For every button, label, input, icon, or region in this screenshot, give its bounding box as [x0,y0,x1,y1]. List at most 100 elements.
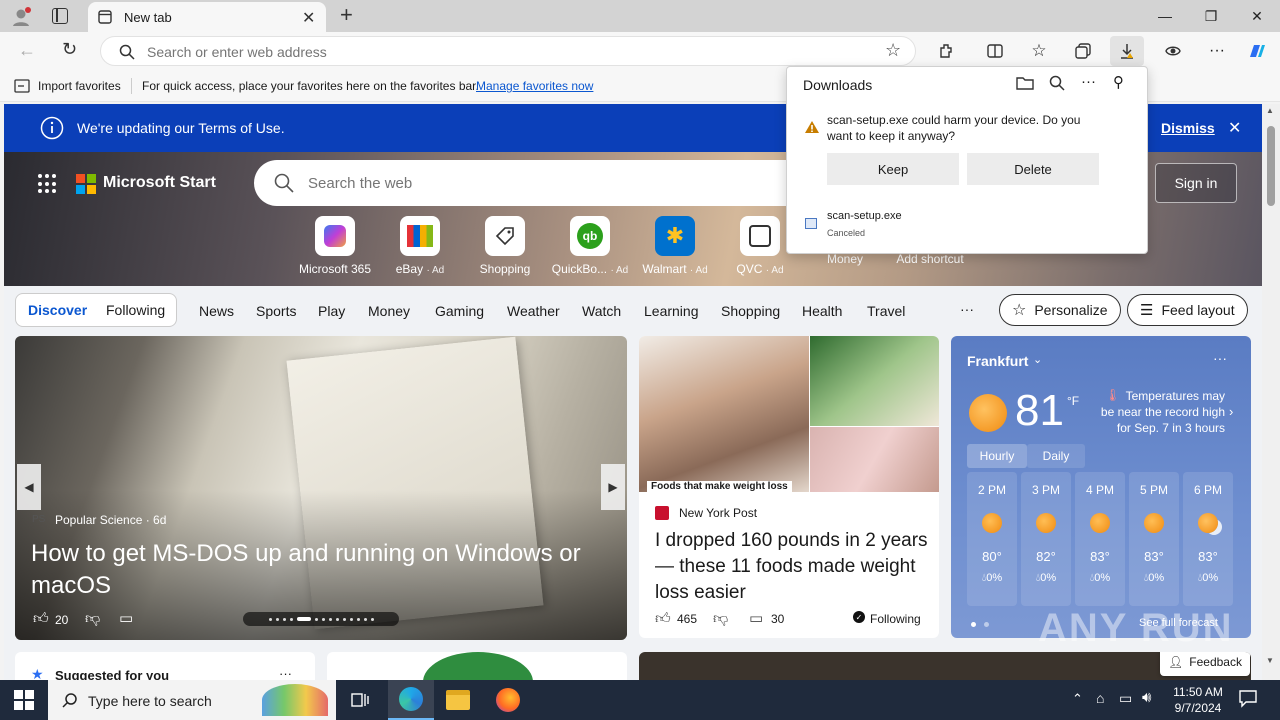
quick-link-money[interactable]: Money [805,252,885,266]
dismiss-button[interactable]: Dismiss [1161,120,1215,136]
import-favorites-button[interactable]: Import favorites [38,79,121,93]
nav-travel[interactable]: Travel [867,303,905,319]
add-shortcut-button[interactable]: Add shortcut [890,252,970,266]
article-source[interactable]: Popular Science · 6d [55,513,166,527]
back-icon[interactable]: ← [18,40,36,61]
sign-in-button[interactable]: Sign in [1155,163,1237,203]
edge-taskbar-icon[interactable] [388,680,434,720]
comment-icon[interactable]: ▭ [119,609,133,627]
close-tab-icon[interactable]: ✕ [302,8,315,28]
chevron-up-icon[interactable]: ⌃ [1072,691,1083,707]
nav-health[interactable]: Health [802,303,842,319]
weather-unit[interactable]: °F [1067,394,1079,408]
scroll-down-icon[interactable]: ▼ [1266,656,1274,665]
like-icon[interactable]: 👍︎ [655,610,671,628]
nav-shopping[interactable]: Shopping [721,303,780,319]
tab-following[interactable]: Following [106,302,165,318]
pin-icon[interactable]: ⚲ [1113,73,1124,91]
carousel-next-button[interactable]: ▶ [601,464,625,510]
quick-link-microsoft-365[interactable]: Microsoft 365 [295,216,375,276]
address-input[interactable] [147,42,847,62]
dislike-icon[interactable]: 👎︎ [85,610,100,628]
network-icon[interactable]: ▭ [1119,690,1132,707]
new-tab-button[interactable]: + [340,2,353,28]
copilot-icon[interactable] [1242,36,1272,66]
comment-icon[interactable]: ▭ [749,609,763,627]
network-status-icon[interactable]: ⌂ [1096,690,1104,706]
chevron-right-icon[interactable]: › [1229,404,1233,419]
taskbar-search-box[interactable]: Type here to search [48,680,336,720]
downloads-more-icon[interactable]: ··· [1081,73,1096,90]
personalize-button[interactable]: ☆ Personalize [999,294,1121,326]
nav-gaming[interactable]: Gaming [435,303,484,319]
scroll-up-icon[interactable]: ▲ [1266,106,1274,115]
following-button[interactable]: Following [870,612,921,626]
brand-name[interactable]: Microsoft Start [103,174,216,192]
suggested-more-icon[interactable]: ··· [279,666,292,680]
quick-link-shopping[interactable]: Shopping [465,216,545,276]
delete-button[interactable]: Delete [967,153,1099,185]
tab-discover[interactable]: Discover [28,302,87,318]
download-file-name[interactable]: scan-setup.exe [827,210,902,222]
settings-more-icon[interactable]: ··· [1202,36,1232,66]
downloads-icon[interactable] [1110,36,1144,66]
article-source[interactable]: New York Post [679,506,757,520]
address-bar[interactable]: ☆ [100,36,916,66]
windows-start-icon[interactable] [14,690,34,713]
feed-layout-button[interactable]: ☰ Feed layout [1127,294,1248,326]
hourly-forecast-item[interactable]: 2 PM 80° 💧︎0% [967,472,1017,606]
weather-card[interactable]: Frankfurt ⌄ ··· 81 °F 🌡︎ Temperatures ma… [951,336,1251,638]
article-card-msdos[interactable]: ◀ ▶ PS Popular Science · 6d How to get M… [15,336,627,640]
favorite-star-icon[interactable]: ☆ [885,40,901,61]
keep-button[interactable]: Keep [827,153,959,185]
article-card-nyp[interactable]: Foods that make weight loss New York Pos… [639,336,939,638]
nav-more-icon[interactable]: ··· [960,301,974,317]
collections-icon[interactable] [1068,36,1098,66]
article-headline[interactable]: How to get MS-DOS up and running on Wind… [31,538,616,602]
nav-sports[interactable]: Sports [256,303,296,319]
extensions-icon[interactable] [932,36,962,66]
profile-icon[interactable] [10,6,32,28]
tab-new-tab[interactable]: New tab ✕ [88,2,326,32]
tab-hourly[interactable]: Hourly [967,444,1027,468]
article-headline[interactable]: I dropped 160 pounds in 2 years — these … [655,528,930,606]
browser-essentials-icon[interactable] [1158,36,1188,66]
minimize-button[interactable]: — [1142,0,1188,32]
weather-city[interactable]: Frankfurt [967,353,1028,369]
manage-favorites-link[interactable]: Manage favorites now [476,79,593,93]
hourly-forecast-item[interactable]: 3 PM 82° 💧︎0% [1021,472,1071,606]
tab-actions-icon[interactable] [52,8,68,24]
carousel-prev-button[interactable]: ◀ [17,464,41,510]
favorites-icon[interactable]: ☆ [1024,36,1054,66]
image-card[interactable] [327,652,627,680]
close-banner-icon[interactable]: ✕ [1228,118,1241,138]
page-scrollbar[interactable]: ▲ ▼ [1262,104,1280,680]
refresh-icon[interactable]: ↻ [62,39,77,60]
volume-icon[interactable]: 🔊︎ [1142,689,1151,706]
app-launcher-icon[interactable] [38,174,58,194]
taskbar-clock[interactable]: 11:50 AM 9/7/2024 [1160,684,1236,716]
nav-watch[interactable]: Watch [582,303,621,319]
quick-link-walmart[interactable]: ✱ Walmart · Ad [635,216,715,276]
weather-more-icon[interactable]: ··· [1213,350,1227,366]
nav-news[interactable]: News [199,303,234,319]
restore-button[interactable]: ❐ [1188,0,1234,32]
search-downloads-icon[interactable] [1049,75,1065,94]
chevron-down-icon[interactable]: ⌄ [1033,353,1042,366]
feedback-button[interactable]: 👤︎ Feedback [1160,652,1250,676]
hourly-forecast-item[interactable]: 4 PM 83° 💧︎0% [1075,472,1125,606]
nav-money[interactable]: Money [368,303,410,319]
dislike-icon[interactable]: 👎︎ [713,610,728,628]
tab-daily[interactable]: Daily [1027,444,1085,468]
weather-alert[interactable]: Temperatures may be near the record high… [1093,388,1225,436]
split-screen-icon[interactable] [980,36,1010,66]
hourly-forecast-item[interactable]: 5 PM 83° 💧︎0% [1129,472,1179,606]
web-search-input[interactable] [308,172,788,194]
dark-image-card[interactable]: 👤︎ Feedback [639,652,1251,680]
nav-learning[interactable]: Learning [644,303,699,319]
quick-link-ebay[interactable]: eBay · Ad [380,216,460,276]
file-explorer-icon[interactable] [446,690,470,710]
scroll-thumb[interactable] [1267,126,1275,206]
quick-link-quickbooks[interactable]: qb QuickBo... · Ad [550,216,630,276]
close-window-button[interactable]: ✕ [1234,0,1280,32]
